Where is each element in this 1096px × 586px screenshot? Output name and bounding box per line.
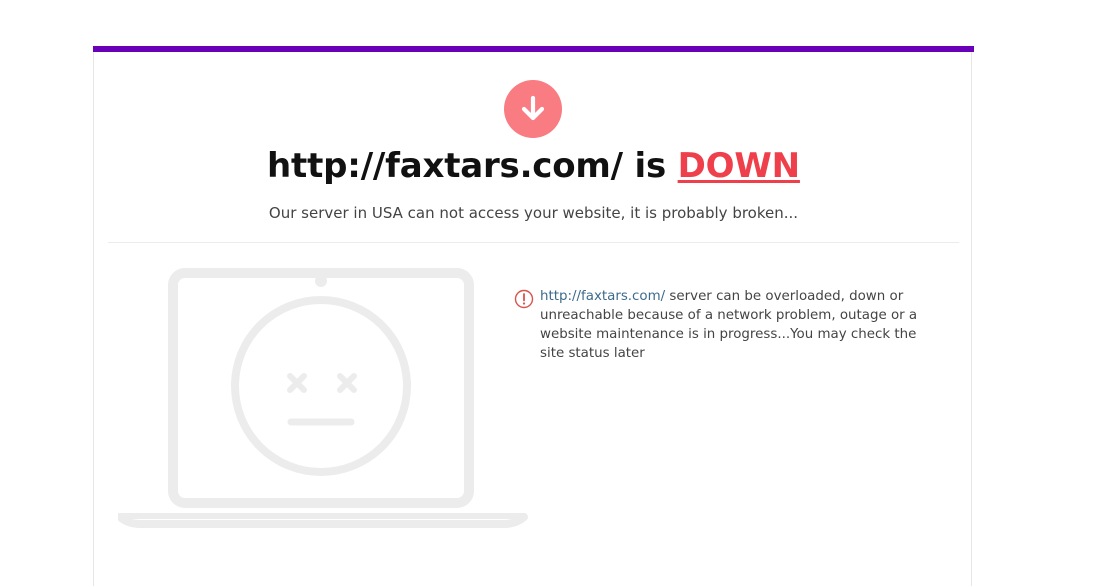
top-accent-bar (93, 46, 974, 52)
is-text: is (622, 146, 678, 186)
page-title: http://faxtars.com/ is DOWN (94, 146, 973, 186)
site-url: http://faxtars.com/ (267, 146, 623, 186)
arrow-down-icon (521, 95, 545, 121)
down-status-badge (504, 80, 562, 138)
site-link[interactable]: http://faxtars.com/ (540, 289, 665, 304)
page-subtitle: Our server in USA can not access your we… (268, 204, 799, 222)
status-down-label: DOWN (677, 146, 800, 186)
divider (108, 242, 959, 243)
broken-laptop-face-icon (118, 268, 528, 528)
message-text: http://faxtars.com/ server can be overlo… (540, 287, 940, 363)
exclamation-circle-icon (514, 289, 534, 309)
status-card: http://faxtars.com/ is DOWN Our server i… (93, 46, 974, 586)
